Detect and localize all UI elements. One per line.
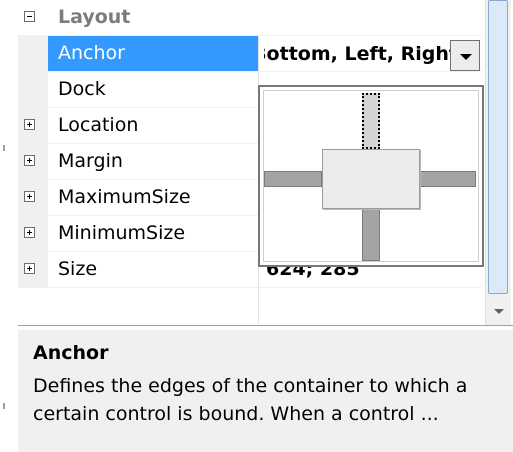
category-title: Layout [58, 6, 131, 28]
anchor-value-field[interactable]: Top, Bottom, Left, Right [264, 37, 458, 73]
expand-icon[interactable] [24, 119, 35, 130]
anchor-left-toggle[interactable] [264, 171, 322, 187]
scroll-down-icon[interactable] [494, 309, 504, 314]
help-description: Defines the edges of the container to wh… [33, 375, 468, 425]
anchor-right-toggle[interactable] [420, 171, 476, 187]
anchor-dropdown-button[interactable] [450, 40, 480, 71]
expand-icon[interactable] [24, 191, 35, 202]
property-name-dock[interactable]: Dock [48, 72, 258, 107]
expand-icon[interactable] [24, 263, 35, 274]
category-row-layout[interactable]: Layout [18, 0, 482, 36]
help-panel: Anchor Defines the edges of the containe… [18, 330, 513, 452]
collapse-icon[interactable] [24, 11, 35, 22]
property-name-location[interactable]: Location [48, 108, 258, 143]
property-name-size[interactable]: Size [48, 252, 258, 287]
property-name-maximumsize[interactable]: MaximumSize [48, 180, 258, 215]
row-gutter [18, 72, 48, 107]
scrollbar-thumb[interactable] [488, 0, 508, 294]
anchor-control-preview [322, 149, 420, 209]
anchor-top-toggle[interactable] [362, 93, 380, 149]
row-gutter [18, 36, 48, 71]
anchor-bottom-toggle[interactable] [362, 209, 380, 261]
vertical-scrollbar[interactable] [485, 0, 511, 326]
expand-icon[interactable] [24, 227, 35, 238]
property-name-minimumsize[interactable]: MinimumSize [48, 216, 258, 251]
margin-tick [3, 145, 5, 151]
expand-icon[interactable] [24, 155, 35, 166]
property-name-anchor[interactable]: Anchor [48, 36, 258, 71]
anchor-value-text: Top, Bottom, Left, Right [264, 43, 458, 65]
anchor-editor-popup [258, 85, 484, 267]
help-title: Anchor [33, 342, 109, 364]
help-splitter[interactable] [18, 325, 513, 326]
property-name-margin[interactable]: Margin [48, 144, 258, 179]
margin-tick [3, 403, 5, 409]
